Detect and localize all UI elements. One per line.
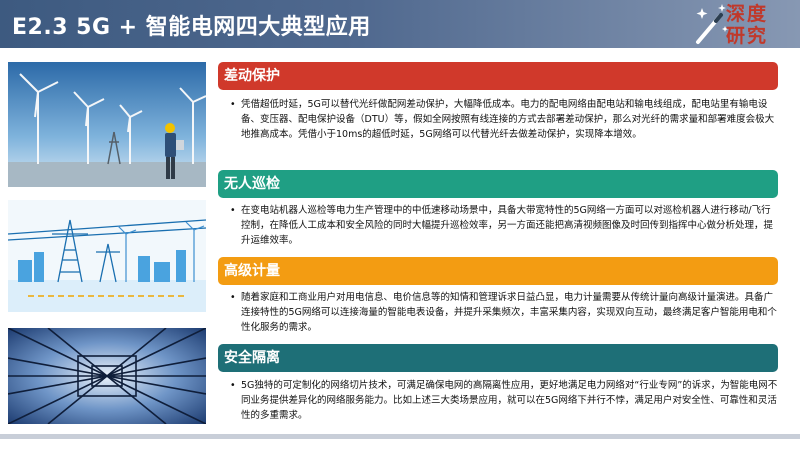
section-text: 在变电站机器人巡检等电力生产管理中的中低速移动场景中，具备大带宽特性的5G网络一… bbox=[241, 205, 774, 246]
section-body-security-isolation: • 5G独特的可定制化的网络切片技术，可满足确保电网的高隔离性应用，更好地满足电… bbox=[230, 378, 780, 423]
section-body-unmanned-inspection: • 在变电站机器人巡检等电力生产管理中的中低速移动场景中，具备大带宽特性的5G网… bbox=[230, 203, 780, 248]
section-body-advanced-metering: • 随着家庭和工商业用户对用电信息、电价信息等的知情和管理诉求日益凸显，电力计量… bbox=[230, 290, 780, 335]
page-title: E2.3 5G + 智能电网四大典型应用 bbox=[12, 15, 371, 40]
footer-divider bbox=[0, 434, 800, 439]
section-text: 凭借超低时延，5G可以替代光纤做配网差动保护，大幅降低成本。电力的配电网络由配电… bbox=[241, 99, 775, 140]
title-bar: E2.3 5G + 智能电网四大典型应用 深度研究 bbox=[0, 0, 800, 48]
logo-text: 深度研究 bbox=[726, 3, 769, 47]
section-header-differential-protection: 差动保护 bbox=[218, 62, 778, 90]
section-header-advanced-metering: 高级计量 bbox=[218, 257, 778, 285]
bullet-icon: • bbox=[230, 99, 236, 110]
bullet-icon: • bbox=[230, 205, 236, 216]
brand-logo: 深度研究 bbox=[690, 2, 786, 48]
power-grid-photo bbox=[8, 200, 206, 312]
section-text: 5G独特的可定制化的网络切片技术，可满足确保电网的高隔离性应用，更好地满足电力网… bbox=[241, 380, 778, 421]
section-body-differential-protection: • 凭借超低时延，5G可以替代光纤做配网差动保护，大幅降低成本。电力的配电网络由… bbox=[230, 97, 780, 142]
section-header-unmanned-inspection: 无人巡检 bbox=[218, 170, 778, 198]
section-text: 随着家庭和工商业用户对用电信息、电价信息等的知情和管理诉求日益凸显，电力计量需要… bbox=[241, 292, 777, 333]
transmission-tower-photo bbox=[8, 328, 206, 424]
section-header-security-isolation: 安全隔离 bbox=[218, 344, 778, 372]
wind-turbine-photo bbox=[8, 62, 206, 187]
bullet-icon: • bbox=[230, 380, 236, 391]
bullet-icon: • bbox=[230, 292, 236, 303]
magic-wand-icon bbox=[696, 4, 728, 44]
